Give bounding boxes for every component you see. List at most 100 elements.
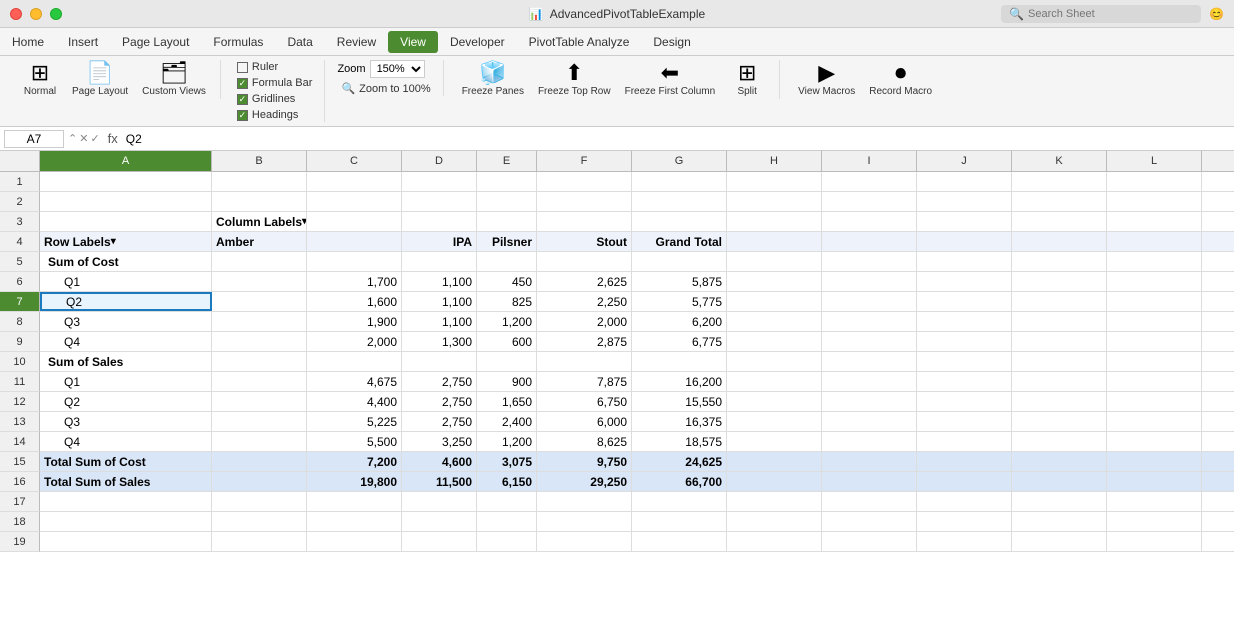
- menu-view[interactable]: View: [388, 31, 438, 53]
- cell-c4[interactable]: [307, 232, 402, 251]
- cell-l7[interactable]: [1107, 292, 1202, 311]
- menu-data[interactable]: Data: [275, 31, 324, 53]
- menu-pivottable-analyze[interactable]: PivotTable Analyze: [517, 31, 642, 53]
- cell-k19[interactable]: [1012, 532, 1107, 551]
- cell-k2[interactable]: [1012, 192, 1107, 211]
- zoom-100-btn[interactable]: 🔍 Zoom to 100%: [337, 81, 434, 96]
- custom-views-btn[interactable]: 🗂 Custom Views: [136, 60, 212, 99]
- record-macro-btn[interactable]: ⏺ Record Macro: [863, 60, 938, 99]
- cell-k13[interactable]: [1012, 412, 1107, 431]
- col-header-i[interactable]: I: [822, 151, 917, 171]
- cell-c12[interactable]: 4,400: [307, 392, 402, 411]
- cell-d3[interactable]: [402, 212, 477, 231]
- cell-g10[interactable]: [632, 352, 727, 371]
- cell-a12[interactable]: Q2: [40, 392, 212, 411]
- cell-e10[interactable]: [477, 352, 537, 371]
- cell-k10[interactable]: [1012, 352, 1107, 371]
- cell-f11[interactable]: 7,875: [537, 372, 632, 391]
- cell-l13[interactable]: [1107, 412, 1202, 431]
- cell-k7[interactable]: [1012, 292, 1107, 311]
- cell-i12[interactable]: [822, 392, 917, 411]
- cell-g5[interactable]: [632, 252, 727, 271]
- cell-j14[interactable]: [917, 432, 1012, 451]
- cell-a9[interactable]: Q4: [40, 332, 212, 351]
- row-num-14[interactable]: 14: [0, 432, 40, 452]
- cell-b6[interactable]: [212, 272, 307, 291]
- cell-j19[interactable]: [917, 532, 1012, 551]
- cell-j11[interactable]: [917, 372, 1012, 391]
- cell-i11[interactable]: [822, 372, 917, 391]
- col-header-l[interactable]: L: [1107, 151, 1202, 171]
- cell-b16[interactable]: [212, 472, 307, 491]
- maximize-button[interactable]: [50, 8, 62, 20]
- cell-i8[interactable]: [822, 312, 917, 331]
- minimize-button[interactable]: [30, 8, 42, 20]
- cell-c15[interactable]: 7,200: [307, 452, 402, 471]
- cell-e4[interactable]: Pilsner: [477, 232, 537, 251]
- cell-d1[interactable]: [402, 172, 477, 191]
- cell-h2[interactable]: [727, 192, 822, 211]
- cell-a6[interactable]: Q1: [40, 272, 212, 291]
- cell-m3[interactable]: [1202, 212, 1234, 231]
- row-num-13[interactable]: 13: [0, 412, 40, 432]
- cell-m5[interactable]: [1202, 252, 1234, 271]
- cell-f15[interactable]: 9,750: [537, 452, 632, 471]
- cell-c3[interactable]: [307, 212, 402, 231]
- cell-b7[interactable]: [212, 292, 307, 311]
- cell-d13[interactable]: 2,750: [402, 412, 477, 431]
- cell-e18[interactable]: [477, 512, 537, 531]
- cell-f18[interactable]: [537, 512, 632, 531]
- cell-a15[interactable]: Total Sum of Cost: [40, 452, 212, 471]
- cell-f12[interactable]: 6,750: [537, 392, 632, 411]
- cell-e2[interactable]: [477, 192, 537, 211]
- cell-j3[interactable]: [917, 212, 1012, 231]
- cell-h8[interactable]: [727, 312, 822, 331]
- cell-l17[interactable]: [1107, 492, 1202, 511]
- cell-f3[interactable]: [537, 212, 632, 231]
- cell-j2[interactable]: [917, 192, 1012, 211]
- row-num-8[interactable]: 8: [0, 312, 40, 332]
- cell-i14[interactable]: [822, 432, 917, 451]
- spreadsheet[interactable]: A B C D E F G H I J K L M 1 2 3: [0, 151, 1234, 619]
- cell-e16[interactable]: 6,150: [477, 472, 537, 491]
- cell-i18[interactable]: [822, 512, 917, 531]
- cell-d6[interactable]: 1,100: [402, 272, 477, 291]
- menu-page-layout[interactable]: Page Layout: [110, 31, 201, 53]
- cell-a7[interactable]: Q2: [40, 292, 212, 311]
- cell-l3[interactable]: [1107, 212, 1202, 231]
- cell-c14[interactable]: 5,500: [307, 432, 402, 451]
- cell-a8[interactable]: Q3: [40, 312, 212, 331]
- freeze-first-col-btn[interactable]: ⬅ Freeze First Column: [619, 60, 722, 99]
- cell-k11[interactable]: [1012, 372, 1107, 391]
- cell-f2[interactable]: [537, 192, 632, 211]
- cell-f4[interactable]: Stout: [537, 232, 632, 251]
- cell-i16[interactable]: [822, 472, 917, 491]
- zoom-select[interactable]: 150% 100% 75%: [370, 60, 425, 78]
- cell-d16[interactable]: 11,500: [402, 472, 477, 491]
- row-num-2[interactable]: 2: [0, 192, 40, 212]
- cell-g6[interactable]: 5,875: [632, 272, 727, 291]
- cell-k14[interactable]: [1012, 432, 1107, 451]
- cell-b14[interactable]: [212, 432, 307, 451]
- cell-b5[interactable]: [212, 252, 307, 271]
- cell-h15[interactable]: [727, 452, 822, 471]
- cell-d8[interactable]: 1,100: [402, 312, 477, 331]
- cell-i1[interactable]: [822, 172, 917, 191]
- cell-b10[interactable]: [212, 352, 307, 371]
- cell-g15[interactable]: 24,625: [632, 452, 727, 471]
- cell-a16[interactable]: Total Sum of Sales: [40, 472, 212, 491]
- cell-j4[interactable]: [917, 232, 1012, 251]
- cell-e3[interactable]: [477, 212, 537, 231]
- cell-j15[interactable]: [917, 452, 1012, 471]
- col-header-h[interactable]: H: [727, 151, 822, 171]
- cell-c7[interactable]: 1,600: [307, 292, 402, 311]
- cell-g18[interactable]: [632, 512, 727, 531]
- row-num-7[interactable]: 7: [0, 292, 40, 312]
- cell-b12[interactable]: [212, 392, 307, 411]
- cell-e19[interactable]: [477, 532, 537, 551]
- cell-g17[interactable]: [632, 492, 727, 511]
- cell-g14[interactable]: 18,575: [632, 432, 727, 451]
- cell-e1[interactable]: [477, 172, 537, 191]
- cell-d14[interactable]: 3,250: [402, 432, 477, 451]
- row-num-4[interactable]: 4: [0, 232, 40, 252]
